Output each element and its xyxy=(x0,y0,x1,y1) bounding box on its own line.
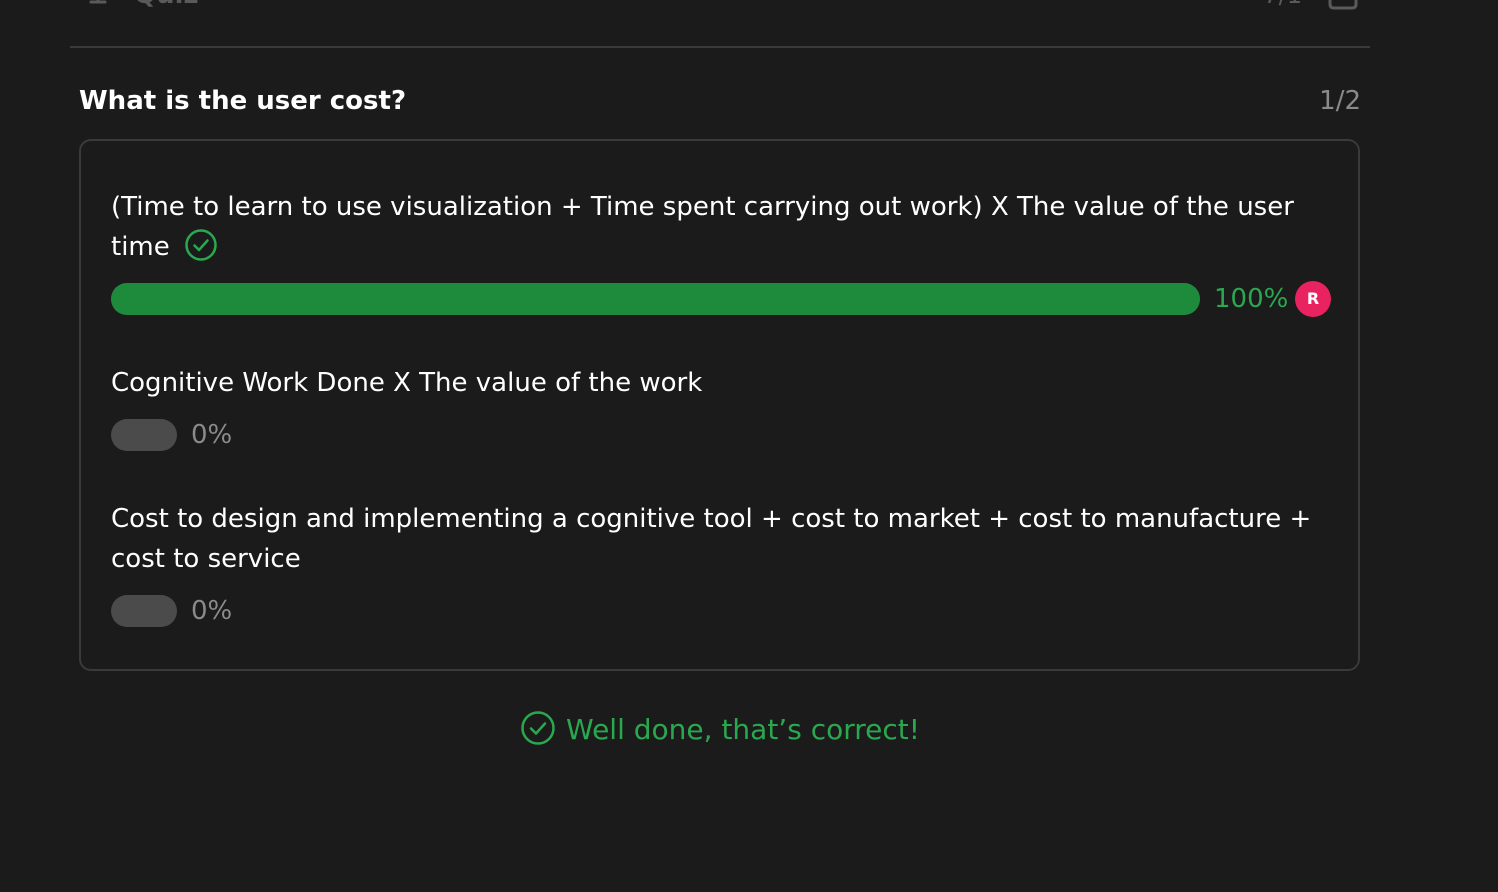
avatar: R xyxy=(1295,281,1331,317)
result-percent: 100% xyxy=(1214,284,1289,314)
option-1[interactable]: (Time to learn to use visualization + Ti… xyxy=(111,187,1333,317)
option-1-result: 100% R xyxy=(111,281,1333,317)
option-1-text-wrap: (Time to learn to use visualization + Ti… xyxy=(111,187,1333,267)
option-label: Cost to design and implementing a cognit… xyxy=(111,504,1312,574)
option-3[interactable]: Cost to design and implementing a cognit… xyxy=(111,499,1333,627)
check-circle-icon xyxy=(185,228,217,261)
expand-icon[interactable] xyxy=(1326,0,1360,10)
result-bar xyxy=(111,595,177,627)
result-percent: 0% xyxy=(191,596,233,626)
option-label: Cognitive Work Done X The value of the w… xyxy=(111,368,703,398)
quiz-icon xyxy=(89,0,107,4)
result-bar xyxy=(111,419,177,451)
option-3-result: 0% xyxy=(111,593,1333,627)
question-counter: 1/2 xyxy=(1319,86,1361,116)
question-title: What is the user cost? xyxy=(79,86,407,116)
feedback-text: Well done, that’s correct! xyxy=(566,713,920,746)
feedback-message: Well done, that’s correct! xyxy=(0,708,1440,752)
quiz-header-title: Quiz xyxy=(134,0,199,8)
option-2-result: 0% xyxy=(111,417,1333,451)
options-card: (Time to learn to use visualization + Ti… xyxy=(79,139,1360,671)
quiz-header: Quiz 7/1 xyxy=(70,0,1370,48)
check-circle-icon xyxy=(521,711,555,745)
quiz-header-count: 7/1 xyxy=(1263,0,1302,8)
quiz-page: Quiz 7/1 What is the user cost? 1/2 (Tim… xyxy=(0,0,1498,892)
result-bar xyxy=(111,283,1200,315)
option-label: (Time to learn to use visualization + Ti… xyxy=(111,192,1294,262)
result-percent: 0% xyxy=(191,420,233,450)
result-bar-fill xyxy=(111,283,1200,315)
option-2[interactable]: Cognitive Work Done X The value of the w… xyxy=(111,363,1333,451)
